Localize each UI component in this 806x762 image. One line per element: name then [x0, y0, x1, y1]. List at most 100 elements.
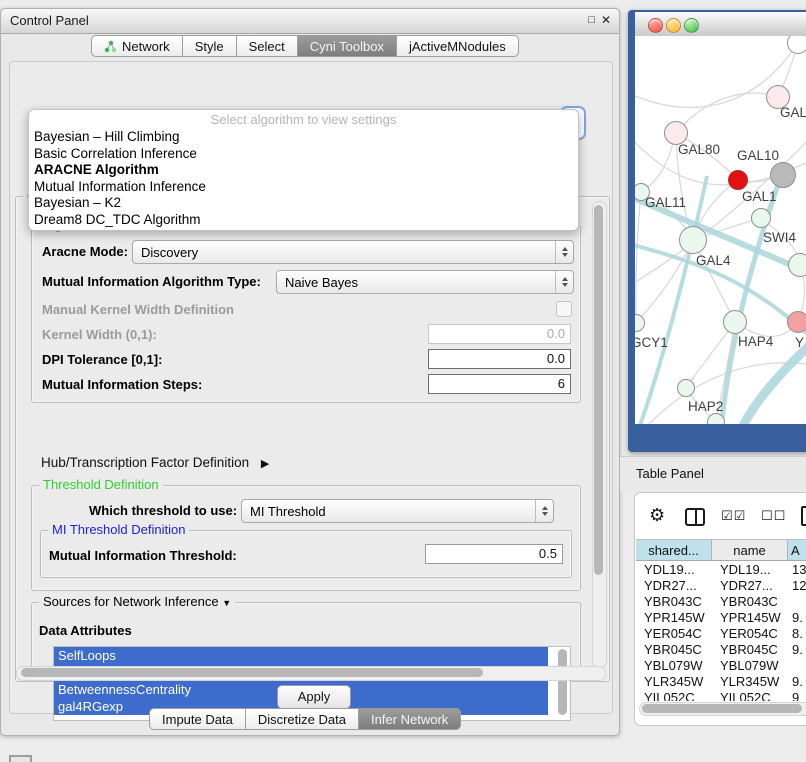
- which-threshold-combo[interactable]: MI Threshold: [241, 499, 554, 523]
- table-row[interactable]: YBL079WYBL079W: [636, 658, 806, 674]
- control-panel-tabbar: Network Style Select Cyni Toolbox jActiv…: [91, 35, 519, 57]
- threshold-definition-title: Threshold Definition: [39, 477, 163, 492]
- mi-threshold-definition-group: MI Threshold Definition Mutual Informati…: [40, 530, 572, 578]
- kernel-width-label: Kernel Width (0,1):: [42, 327, 157, 342]
- gear-icon[interactable]: ⚙: [649, 505, 665, 526]
- mi-steps-label: Mutual Information Steps:: [42, 377, 202, 392]
- tab-jactivemnodules[interactable]: jActiveMNodules: [397, 35, 519, 57]
- node-label: GAL: [780, 105, 806, 120]
- control-panel-window: Control Panel □ ✕ Network Style Select C…: [0, 8, 620, 736]
- manual-kernel-width-checkbox[interactable]: [556, 301, 572, 317]
- node-label: SWI4: [763, 230, 796, 245]
- document-icon[interactable]: [801, 506, 806, 526]
- attribute-item-selected[interactable]: SelfLoops: [54, 647, 548, 664]
- table-row[interactable]: YBR043CYBR043C: [636, 594, 806, 610]
- node-label: GAL10: [737, 148, 779, 163]
- control-panel-titlebar[interactable]: Control Panel □ ✕: [1, 9, 619, 34]
- tab-impute-data[interactable]: Impute Data: [149, 708, 246, 730]
- aracne-mode-label: Aracne Mode:: [42, 244, 128, 259]
- kernel-width-field[interactable]: 0.0: [428, 324, 571, 344]
- close-traffic-light[interactable]: [648, 18, 663, 33]
- data-attributes-label: Data Attributes: [39, 623, 132, 638]
- mi-algorithm-type-label: Mutual Information Algorithm Type:: [42, 274, 261, 289]
- algorithm-option[interactable]: Dream8 DC_TDC Algorithm: [29, 212, 578, 229]
- algorithm-option-selected[interactable]: ARACNE Algorithm: [29, 162, 578, 179]
- column-header-shared-name[interactable]: shared...: [636, 540, 712, 560]
- settings-horizontal-scrollbar[interactable]: [16, 666, 606, 681]
- algorithm-option[interactable]: Bayesian – Hill Climbing: [29, 129, 578, 146]
- network-view-window[interactable]: GAL GAL80 GAL10 GAL11 GAL1 SWI4 GAL4 GCY…: [628, 10, 806, 452]
- mi-threshold-definition-title: MI Threshold Definition: [48, 522, 189, 537]
- manual-kernel-width-label: Manual Kernel Width Definition: [42, 302, 234, 317]
- combo-arrows-icon: [555, 271, 573, 293]
- table-row[interactable]: YDL19...YDL19...13: [636, 562, 806, 578]
- zoom-traffic-light[interactable]: [684, 18, 699, 33]
- tab-select[interactable]: Select: [237, 35, 298, 57]
- network-node[interactable]: [679, 226, 707, 254]
- attributes-scrollbar[interactable]: [557, 649, 568, 716]
- network-node[interactable]: [707, 413, 725, 424]
- mi-algorithm-type-combo[interactable]: Naive Bayes: [276, 270, 574, 294]
- network-node[interactable]: [770, 162, 796, 188]
- network-node[interactable]: [787, 36, 806, 54]
- table-row[interactable]: YER054CYER054C8.: [636, 626, 806, 642]
- node-label: HAP4: [738, 334, 773, 349]
- tab-style[interactable]: Style: [183, 35, 237, 57]
- apply-button[interactable]: Apply: [277, 685, 351, 709]
- sources-title[interactable]: Sources for Network Inference ▼: [39, 594, 235, 609]
- network-node[interactable]: [751, 208, 771, 228]
- network-window-titlebar[interactable]: [635, 12, 806, 37]
- network-node[interactable]: [723, 310, 747, 334]
- mi-threshold-field[interactable]: 0.5: [425, 544, 563, 564]
- aracne-mode-combo[interactable]: Discovery: [132, 240, 574, 264]
- mi-steps-field[interactable]: 6: [428, 374, 571, 394]
- algorithm-option[interactable]: Mutual Information Inference: [29, 179, 578, 196]
- minimize-traffic-light[interactable]: [666, 18, 681, 33]
- checked-boxes-icon[interactable]: ☑☑: [721, 508, 746, 524]
- unchecked-boxes-icon[interactable]: ☐☐: [761, 508, 786, 524]
- table-row[interactable]: YBR045CYBR045C9.: [636, 642, 806, 658]
- column-layout-icon[interactable]: [685, 508, 705, 526]
- column-header-name[interactable]: name: [712, 540, 788, 560]
- popup-prompt: Select algorithm to view settings: [29, 112, 578, 129]
- cyni-bottom-tabbar: Impute Data Discretize Data Infer Networ…: [149, 708, 461, 730]
- network-node-selected[interactable]: [728, 170, 748, 190]
- tab-cyni-toolbox[interactable]: Cyni Toolbox: [298, 35, 397, 57]
- table-header-row: shared... name A: [636, 539, 806, 561]
- settings-vertical-scrollbar[interactable]: [592, 201, 607, 668]
- collapse-arrow-icon[interactable]: ▼: [222, 598, 231, 608]
- network-node[interactable]: [788, 253, 806, 277]
- algorithm-dropdown-popup: Select algorithm to view settings Bayesi…: [28, 109, 579, 231]
- tab-infer-network[interactable]: Infer Network: [359, 708, 461, 730]
- table-row[interactable]: YLR345WYLR345W9.: [636, 674, 806, 690]
- algorithm-option[interactable]: Basic Correlation Inference: [29, 146, 578, 163]
- network-node[interactable]: [677, 379, 695, 397]
- table-horizontal-scrollbar[interactable]: [639, 702, 806, 716]
- float-icon[interactable]: □: [588, 14, 595, 26]
- dpi-tolerance-field[interactable]: 0.0: [428, 349, 571, 369]
- algorithm-option[interactable]: Bayesian – K2: [29, 195, 578, 212]
- node-label: GAL4: [696, 253, 731, 268]
- cyni-toolbox-panel: gal-filtered sif default node Select alg…: [9, 61, 613, 714]
- network-node[interactable]: [787, 311, 806, 333]
- algorithm-definition-group: Algorithm Definition Aracne Mode: Discov…: [31, 225, 581, 403]
- tab-discretize-data[interactable]: Discretize Data: [246, 708, 359, 730]
- network-icon: [104, 40, 117, 53]
- node-label: GAL11: [645, 195, 686, 210]
- threshold-definition-group: Threshold Definition Which threshold to …: [31, 485, 581, 591]
- which-threshold-label: Which threshold to use:: [89, 503, 237, 518]
- column-header-partial[interactable]: A: [788, 540, 806, 560]
- expand-arrow-icon[interactable]: ▶: [261, 458, 269, 470]
- tab-network[interactable]: Network: [91, 35, 183, 57]
- corner-widget[interactable]: [9, 755, 32, 762]
- table-panel-header: Table Panel: [620, 456, 806, 491]
- node-label: HAP2: [688, 399, 723, 414]
- close-icon[interactable]: ✕: [601, 13, 611, 27]
- network-canvas[interactable]: GAL GAL80 GAL10 GAL11 GAL1 SWI4 GAL4 GCY…: [635, 36, 806, 424]
- hub-tf-definition-toggle[interactable]: Hub/Transcription Factor Definition ▶: [41, 455, 269, 470]
- dpi-tolerance-label: DPI Tolerance [0,1]:: [42, 352, 162, 367]
- table-row[interactable]: YPR145WYPR145W9.: [636, 610, 806, 626]
- table-row[interactable]: YIL052CYIL052C9: [636, 690, 806, 701]
- table-row[interactable]: YDR27...YDR27...12: [636, 578, 806, 594]
- node-label: GAL80: [678, 142, 720, 157]
